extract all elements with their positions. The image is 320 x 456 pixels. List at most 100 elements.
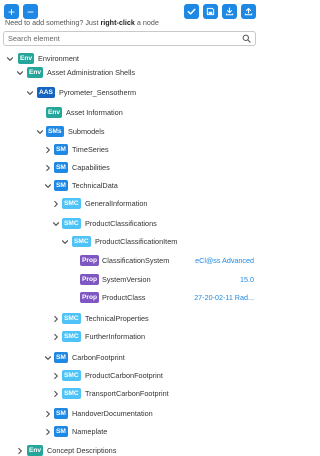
chevron-right-icon[interactable]	[52, 200, 60, 208]
tree-node-systemversion[interactable]: Prop SystemVersion 15.0	[0, 273, 260, 287]
chevron-right-icon[interactable]	[44, 410, 52, 418]
tree-node-label: ProductCarbonFootprint	[85, 371, 163, 380]
chevron-right-icon[interactable]	[44, 428, 52, 436]
tree-node-technicalproperties[interactable]: SMC TechnicalProperties	[0, 312, 260, 326]
search-box	[3, 31, 256, 46]
smc-badge: SMC	[62, 218, 81, 229]
prop-badge: Prop	[80, 255, 100, 266]
search-input[interactable]	[8, 33, 238, 44]
chevron-down-icon[interactable]	[44, 182, 52, 190]
tree-node-label: TimeSeries	[72, 145, 109, 154]
remove-button[interactable]: −	[23, 4, 38, 19]
chevron-down-icon[interactable]	[36, 128, 44, 136]
upload-button[interactable]	[241, 4, 256, 19]
tree-node-productclassifications[interactable]: SMC ProductClassifications	[0, 217, 260, 231]
tree-node-submodels[interactable]: SMs Submodels	[0, 125, 260, 139]
tree-node-env[interactable]: Env Environment	[0, 52, 260, 66]
chevron-right-icon[interactable]	[52, 333, 60, 341]
env-badge: Env	[27, 67, 44, 78]
save-button[interactable]	[203, 4, 218, 19]
chevron-right-icon[interactable]	[52, 372, 60, 380]
env-badge: Env	[18, 53, 35, 64]
chevron-down-icon[interactable]	[26, 89, 34, 97]
tree-node-asset-info[interactable]: Env Asset Information	[0, 106, 260, 120]
tree-node-aas-pyrometer[interactable]: AAS Pyrometer_Sensotherm	[0, 86, 260, 100]
smc-badge: SMC	[62, 331, 81, 342]
tree-node-label: ProductClass	[102, 293, 146, 302]
tree-node-label: Nameplate	[72, 427, 108, 436]
tree-node-timeseries[interactable]: SM TimeSeries	[0, 143, 260, 157]
chevron-down-icon[interactable]	[6, 55, 14, 63]
env-badge: Env	[27, 445, 44, 456]
tree-node-productclass[interactable]: Prop ProductClass 27-20-02-11 Rad...	[0, 291, 260, 305]
tree-node-transportcarbon[interactable]: SMC TransportCarbonFootprint	[0, 387, 260, 401]
tree-node-label: Asset Information	[66, 108, 123, 117]
tree-node-productclassificationitem[interactable]: SMC ProductClassificationItem	[0, 235, 260, 249]
check-icon	[187, 8, 196, 15]
confirm-button[interactable]	[184, 4, 199, 19]
chevron-down-icon[interactable]	[52, 220, 60, 228]
add-label: +	[7, 4, 15, 19]
tree-node-label: Capabilities	[72, 163, 110, 172]
smc-badge: SMC	[72, 236, 91, 247]
property-value: eCl@ss Advanced	[195, 256, 254, 265]
smc-badge: SMC	[62, 198, 81, 209]
chevron-down-icon[interactable]	[61, 238, 69, 246]
prop-badge: Prop	[80, 292, 100, 303]
env-badge: Env	[46, 107, 63, 118]
add-button[interactable]: +	[4, 4, 19, 19]
tree-node-label: Concept Descriptions	[47, 446, 117, 455]
upload-icon	[244, 7, 253, 16]
tree-node-label: TechnicalProperties	[85, 314, 149, 323]
chevron-right-icon[interactable]	[44, 146, 52, 154]
tree-node-aas-shells[interactable]: Env Asset Administration Shells	[0, 66, 260, 80]
chevron-down-icon[interactable]	[16, 69, 24, 77]
sm-badge: SMs	[46, 126, 64, 137]
chevron-right-icon[interactable]	[52, 390, 60, 398]
sm-badge: SM	[54, 180, 68, 191]
tree-node-label: Pyrometer_Sensotherm	[59, 88, 137, 97]
tree-node-label: Environment	[38, 54, 79, 63]
tree-node-classificationsystem[interactable]: Prop ClassificationSystem eCl@ss Advanced	[0, 254, 260, 268]
sm-badge: SM	[54, 144, 68, 155]
tree-node-label: TransportCarbonFootprint	[85, 389, 169, 398]
smc-badge: SMC	[62, 370, 81, 381]
chevron-right-icon[interactable]	[52, 315, 60, 323]
sm-badge: SM	[54, 408, 68, 419]
tree-node-handover[interactable]: SM HandoverDocumentation	[0, 407, 260, 421]
property-value: 15.0	[240, 275, 254, 284]
smc-badge: SMC	[62, 313, 81, 324]
aas-badge: AAS	[37, 87, 55, 98]
tree-node-label: CarbonFootprint	[72, 353, 125, 362]
tree-node-label: TechnicalData	[72, 181, 118, 190]
save-icon	[206, 7, 215, 16]
tree-node-label: ProductClassifications	[85, 219, 157, 228]
chevron-right-icon[interactable]	[16, 447, 24, 455]
tree-node-label: ClassificationSystem	[102, 256, 170, 265]
tree-node-concepts[interactable]: Env Concept Descriptions	[0, 444, 260, 456]
smc-badge: SMC	[62, 388, 81, 399]
sm-badge: SM	[54, 352, 68, 363]
download-icon	[225, 7, 234, 16]
chevron-down-icon[interactable]	[44, 354, 52, 362]
remove-label: −	[26, 4, 34, 19]
tree-node-productcarbon[interactable]: SMC ProductCarbonFootprint	[0, 369, 260, 383]
download-button[interactable]	[222, 4, 237, 19]
prop-badge: Prop	[80, 274, 100, 285]
tree-node-furtherinformation[interactable]: SMC FurtherInformation	[0, 330, 260, 344]
tree-node-generalinfo[interactable]: SMC GeneralInformation	[0, 197, 260, 211]
tree-node-label: ProductClassificationItem	[95, 237, 178, 246]
property-value: 27-20-02-11 Rad...	[194, 293, 254, 302]
sm-badge: SM	[54, 426, 68, 437]
tree-node-capabilities[interactable]: SM Capabilities	[0, 161, 260, 175]
tree-node-carbonfootprint[interactable]: SM CarbonFootprint	[0, 351, 260, 365]
tree-node-nameplate[interactable]: SM Nameplate	[0, 425, 260, 439]
hint-action: right-click	[100, 18, 135, 27]
tree-node-label: FurtherInformation	[85, 332, 146, 341]
hint-text: Need to add something? Just right-click …	[5, 18, 159, 27]
chevron-right-icon[interactable]	[44, 164, 52, 172]
sm-badge: SM	[54, 162, 68, 173]
tree-node-technicaldata[interactable]: SM TechnicalData	[0, 179, 260, 193]
hint-suffix: a node	[136, 18, 159, 27]
search-icon[interactable]	[242, 34, 251, 43]
